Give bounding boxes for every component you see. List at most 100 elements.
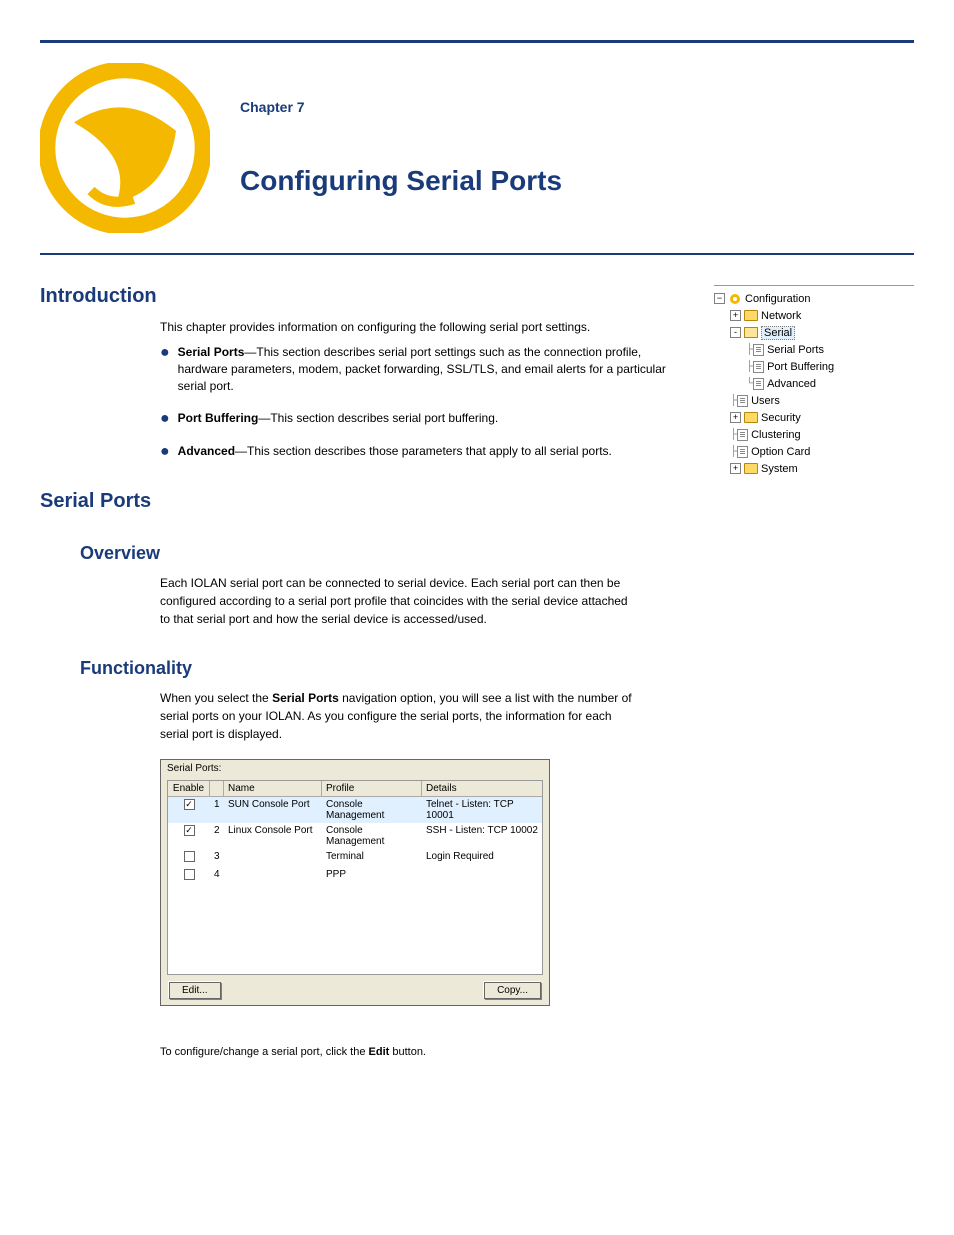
document-icon — [737, 446, 748, 458]
globe-logo-icon — [40, 63, 210, 233]
row-name — [224, 868, 322, 884]
bullet-icon: ● — [160, 411, 170, 427]
row-name: SUN Console Port — [224, 798, 322, 822]
folder-open-icon — [744, 327, 758, 338]
overview-body: Each IOLAN serial port can be connected … — [40, 574, 640, 628]
col-name[interactable]: Name — [224, 781, 322, 796]
col-enable[interactable]: Enable — [168, 781, 210, 796]
bullet-icon: ● — [160, 345, 170, 361]
tree-item-serial-ports[interactable]: ├Serial Ports — [714, 341, 914, 358]
row-details: Telnet - Listen: TCP 10001 — [422, 798, 542, 822]
table-row[interactable]: 3 Terminal Login Required — [168, 849, 542, 867]
tree-label: Configuration — [745, 293, 810, 305]
tree-label: Clustering — [751, 429, 801, 441]
functionality-body: When you select the Serial Ports navigat… — [40, 689, 640, 743]
copy-button[interactable]: Copy... — [484, 982, 541, 999]
col-number[interactable] — [210, 781, 224, 796]
row-profile: Console Management — [322, 824, 422, 848]
tree-label: System — [761, 463, 798, 475]
gear-icon — [728, 292, 742, 306]
row-num: 3 — [210, 850, 224, 866]
row-details: Login Required — [422, 850, 542, 866]
tree-item-port-buffering[interactable]: ├Port Buffering — [714, 358, 914, 375]
document-icon — [737, 429, 748, 441]
document-icon — [753, 344, 764, 356]
folder-icon — [744, 463, 758, 474]
folder-icon — [744, 310, 758, 321]
page-header: Chapter 7 Configuring Serial Ports — [40, 63, 914, 233]
panel-title: Serial Ports: — [161, 760, 549, 777]
expand-icon[interactable]: + — [730, 463, 741, 474]
tree-item-users[interactable]: ├Users — [714, 392, 914, 409]
config-tree: − Configuration + Network - Serial ├Serial… — [714, 285, 914, 481]
bullet-bold: Serial Ports — [178, 345, 245, 359]
row-profile: Terminal — [322, 850, 422, 866]
expand-icon[interactable]: + — [730, 310, 741, 321]
serial-ports-table[interactable]: Enable Name Profile Details ✓ 1 SUN Cons… — [167, 780, 543, 975]
collapse-icon[interactable]: - — [730, 327, 741, 338]
collapse-icon[interactable]: − — [714, 293, 725, 304]
tree-item-clustering[interactable]: ├Clustering — [714, 426, 914, 443]
list-item: ● Advanced—This section describes those … — [160, 443, 694, 460]
tree-label: Option Card — [751, 446, 810, 458]
bullet-text: —This section describes serial port buff… — [258, 411, 498, 425]
top-rule — [40, 40, 914, 43]
table-row[interactable]: 4 PPP — [168, 867, 542, 885]
row-details: SSH - Listen: TCP 10002 — [422, 824, 542, 848]
section-introduction-title: Introduction — [40, 285, 694, 308]
tree-item-system[interactable]: + System — [714, 460, 914, 477]
document-icon — [753, 378, 764, 390]
tree-label: Network — [761, 310, 801, 322]
intro-bullet-list: ● Serial Ports—This section describes se… — [160, 344, 694, 460]
table-row[interactable]: ✓ 1 SUN Console Port Console Management … — [168, 797, 542, 823]
header-rule — [40, 253, 914, 255]
row-num: 2 — [210, 824, 224, 848]
expand-icon[interactable]: + — [730, 412, 741, 423]
tree-item-option-card[interactable]: ├Option Card — [714, 443, 914, 460]
row-name — [224, 850, 322, 866]
table-header-row: Enable Name Profile Details — [168, 781, 542, 797]
row-enable-checkbox[interactable]: ✓ — [184, 825, 195, 836]
row-profile: Console Management — [322, 798, 422, 822]
tree-item-advanced[interactable]: └Advanced — [714, 375, 914, 392]
row-num: 1 — [210, 798, 224, 822]
edit-button[interactable]: Edit... — [169, 982, 221, 999]
col-details[interactable]: Details — [422, 781, 542, 796]
bullet-text: —This section describes those parameters… — [235, 444, 612, 458]
list-item: ● Port Buffering—This section describes … — [160, 410, 694, 427]
row-name: Linux Console Port — [224, 824, 322, 848]
bullet-text: —This section describes serial port sett… — [178, 345, 666, 393]
row-profile: PPP — [322, 868, 422, 884]
tree-label: Port Buffering — [767, 361, 834, 373]
table-row[interactable]: ✓ 2 Linux Console Port Console Managemen… — [168, 823, 542, 849]
col-profile[interactable]: Profile — [322, 781, 422, 796]
row-num: 4 — [210, 868, 224, 884]
tree-label: Users — [751, 395, 780, 407]
tree-label: Advanced — [767, 378, 816, 390]
intro-lead: This chapter provides information on con… — [160, 320, 694, 334]
bullet-icon: ● — [160, 444, 170, 460]
folder-icon — [744, 412, 758, 423]
tree-label: Security — [761, 412, 801, 424]
tree-item-serial[interactable]: - Serial — [714, 324, 914, 341]
document-icon — [737, 395, 748, 407]
chapter-number: Chapter 7 — [240, 99, 562, 115]
tree-item-network[interactable]: + Network — [714, 307, 914, 324]
row-enable-checkbox[interactable] — [184, 869, 195, 880]
row-enable-checkbox[interactable] — [184, 851, 195, 862]
chapter-title: Configuring Serial Ports — [240, 165, 562, 197]
document-icon — [753, 361, 764, 373]
bullet-bold: Port Buffering — [178, 411, 259, 425]
tree-item-security[interactable]: + Security — [714, 409, 914, 426]
tree-label: Serial — [761, 326, 795, 340]
tree-label: Serial Ports — [767, 344, 824, 356]
functionality-heading: Functionality — [40, 658, 914, 679]
serial-ports-panel-screenshot: Serial Ports: Enable Name Profile Detail… — [40, 759, 914, 1006]
overview-heading: Overview — [40, 543, 914, 564]
section-serial-ports-title: Serial Ports — [40, 490, 914, 513]
row-enable-checkbox[interactable]: ✓ — [184, 799, 195, 810]
tree-root[interactable]: − Configuration — [714, 290, 914, 307]
bullet-bold: Advanced — [178, 444, 235, 458]
list-item: ● Serial Ports—This section describes se… — [160, 344, 694, 394]
row-details — [422, 868, 542, 884]
